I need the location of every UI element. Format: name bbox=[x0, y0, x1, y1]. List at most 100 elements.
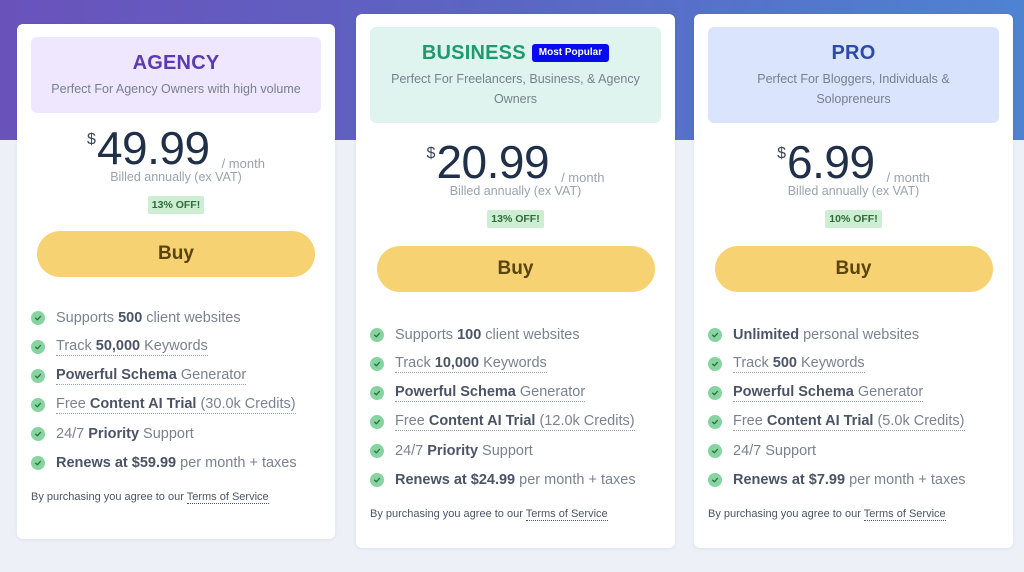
currency-symbol: $ bbox=[777, 145, 786, 162]
feature-text: Renews at $24.99 per month + taxes bbox=[395, 472, 636, 488]
feature-item: Powerful Schema Generator bbox=[708, 378, 999, 407]
feature-text: Unlimited personal websites bbox=[733, 327, 919, 343]
feature-text: 24/7 Priority Support bbox=[395, 443, 533, 459]
price-block: $ 6.99 / month Billed annually (ex VAT) bbox=[708, 137, 999, 205]
check-icon bbox=[370, 356, 384, 371]
feature-item: Track 10,000 Keywords bbox=[370, 349, 661, 378]
feature-bold: 10,000 bbox=[434, 354, 480, 371]
feature-item: Free Content AI Trial (5.0k Credits) bbox=[708, 407, 999, 436]
feature-bold: Renews at $24.99 bbox=[395, 471, 516, 488]
buy-button-agency[interactable]: Buy bbox=[37, 231, 315, 277]
feature-text: Renews at $7.99 per month + taxes bbox=[733, 472, 966, 488]
plan-description: Perfect For Bloggers, Individuals & Solo… bbox=[757, 72, 950, 106]
terms-of-service-link[interactable]: Terms of Service bbox=[863, 508, 946, 521]
feature-item: Track 500 Keywords bbox=[708, 349, 999, 378]
check-icon bbox=[370, 443, 384, 458]
terms-note: By purchasing you agree to our Terms of … bbox=[370, 508, 661, 521]
feature-text: Renews at $59.99 per month + taxes bbox=[56, 455, 297, 471]
check-icon bbox=[708, 472, 722, 487]
feature-pre: Free bbox=[56, 395, 90, 412]
feature-text[interactable]: Powerful Schema Generator bbox=[56, 367, 247, 385]
feature-bold: Renews at $59.99 bbox=[56, 454, 177, 471]
plan-title: AGENCY bbox=[132, 51, 220, 74]
discount-badge: 10% OFF! bbox=[825, 210, 882, 228]
discount-badge: 13% OFF! bbox=[487, 210, 544, 228]
discount-badge: 13% OFF! bbox=[147, 196, 205, 214]
feature-pre: 24/7 bbox=[56, 425, 89, 442]
plan-title: PRO bbox=[831, 41, 876, 64]
plan-header: PRO Perfect For Bloggers, Individuals & … bbox=[708, 27, 999, 123]
currency-symbol: $ bbox=[87, 131, 96, 148]
feature-bold: Content AI Trial bbox=[428, 412, 536, 429]
price-amount: 20.99 bbox=[436, 136, 550, 188]
buy-button-pro[interactable]: Buy bbox=[714, 246, 993, 292]
feature-item: 24/7 Priority Support bbox=[31, 419, 321, 448]
feature-post: Keywords bbox=[140, 337, 208, 354]
feature-item: Free Content AI Trial (30.0k Credits) bbox=[31, 390, 321, 419]
feature-bold: 500 bbox=[118, 309, 143, 326]
feature-post: Generator bbox=[853, 383, 924, 400]
terms-text: By purchasing you agree to our bbox=[370, 508, 526, 520]
feature-text[interactable]: Track 50,000 Keywords bbox=[56, 338, 208, 356]
buy-button-business[interactable]: Buy bbox=[376, 246, 655, 292]
plan-card-business: BUSINESS Most Popular Perfect For Freela… bbox=[356, 14, 675, 548]
feature-pre: 24/7 bbox=[395, 442, 428, 459]
price-block: $ 20.99 / month Billed annually (ex VAT) bbox=[370, 137, 661, 205]
plan-card-pro: PRO Perfect For Bloggers, Individuals & … bbox=[694, 14, 1013, 548]
feature-text[interactable]: Free Content AI Trial (5.0k Credits) bbox=[733, 413, 965, 431]
feature-pre: Track bbox=[56, 337, 96, 354]
feature-pre: Supports bbox=[56, 309, 119, 326]
feature-bold: Unlimited bbox=[733, 326, 800, 343]
terms-of-service-link[interactable]: Terms of Service bbox=[525, 508, 608, 521]
terms-of-service-link[interactable]: Terms of Service bbox=[186, 491, 269, 504]
check-icon bbox=[31, 397, 45, 412]
price-block: $ 49.99 / month Billed annually (ex VAT) bbox=[31, 123, 321, 191]
feature-post: Keywords bbox=[796, 354, 865, 371]
feature-item: Track 50,000 Keywords bbox=[31, 332, 321, 361]
feature-list: Unlimited personal websites Track 500 Key… bbox=[708, 320, 999, 494]
feature-text[interactable]: Track 10,000 Keywords bbox=[395, 355, 547, 373]
plan-description: Perfect For Agency Owners with high volu… bbox=[51, 82, 301, 96]
feature-bold: 100 bbox=[457, 326, 482, 343]
check-icon bbox=[708, 356, 722, 371]
plan-header: AGENCY Perfect For Agency Owners with hi… bbox=[31, 37, 321, 113]
feature-item: Free Content AI Trial (12.0k Credits) bbox=[370, 407, 661, 436]
feature-post: client websites bbox=[481, 326, 580, 343]
check-icon bbox=[370, 327, 384, 342]
feature-text[interactable]: Powerful Schema Generator bbox=[395, 383, 586, 402]
check-icon bbox=[708, 414, 722, 429]
feature-post: Support bbox=[139, 425, 194, 442]
feature-bold: Content AI Trial bbox=[89, 395, 197, 412]
feature-post: per month + taxes bbox=[176, 454, 297, 471]
feature-item: Powerful Schema Generator bbox=[31, 361, 321, 390]
feature-list: Supports 500 client websites Track 50,000… bbox=[31, 303, 321, 477]
feature-pre: Free bbox=[733, 412, 767, 429]
check-icon bbox=[370, 414, 384, 429]
feature-item: Supports 100 client websites bbox=[370, 320, 661, 349]
check-icon bbox=[370, 472, 384, 487]
check-icon bbox=[31, 339, 45, 354]
feature-text[interactable]: Free Content AI Trial (30.0k Credits) bbox=[56, 396, 296, 414]
feature-item: Renews at $7.99 per month + taxes bbox=[708, 465, 999, 494]
price-amount: 6.99 bbox=[787, 136, 875, 188]
feature-post: per month + taxes bbox=[845, 471, 966, 488]
feature-list: Supports 100 client websites Track 10,000… bbox=[370, 320, 661, 494]
check-icon bbox=[708, 327, 722, 342]
price-period: / month bbox=[886, 170, 930, 185]
check-icon bbox=[31, 310, 45, 325]
currency-symbol: $ bbox=[426, 145, 436, 162]
feature-post: Generator bbox=[515, 383, 586, 400]
feature-bold: 500 bbox=[772, 354, 797, 371]
feature-text: 24/7 Priority Support bbox=[56, 426, 194, 442]
feature-text[interactable]: Powerful Schema Generator bbox=[733, 383, 924, 402]
feature-text[interactable]: Track 500 Keywords bbox=[733, 355, 865, 373]
feature-post: personal websites bbox=[799, 326, 920, 343]
check-icon bbox=[31, 455, 45, 470]
feature-text[interactable]: Free Content AI Trial (12.0k Credits) bbox=[395, 413, 635, 431]
check-icon bbox=[370, 385, 384, 400]
check-icon bbox=[708, 443, 722, 458]
feature-item: Renews at $24.99 per month + taxes bbox=[370, 465, 661, 494]
feature-item: 24/7 Support bbox=[708, 436, 999, 465]
billing-note: Billed annually (ex VAT) bbox=[449, 184, 582, 198]
feature-text: Supports 500 client websites bbox=[56, 310, 241, 326]
